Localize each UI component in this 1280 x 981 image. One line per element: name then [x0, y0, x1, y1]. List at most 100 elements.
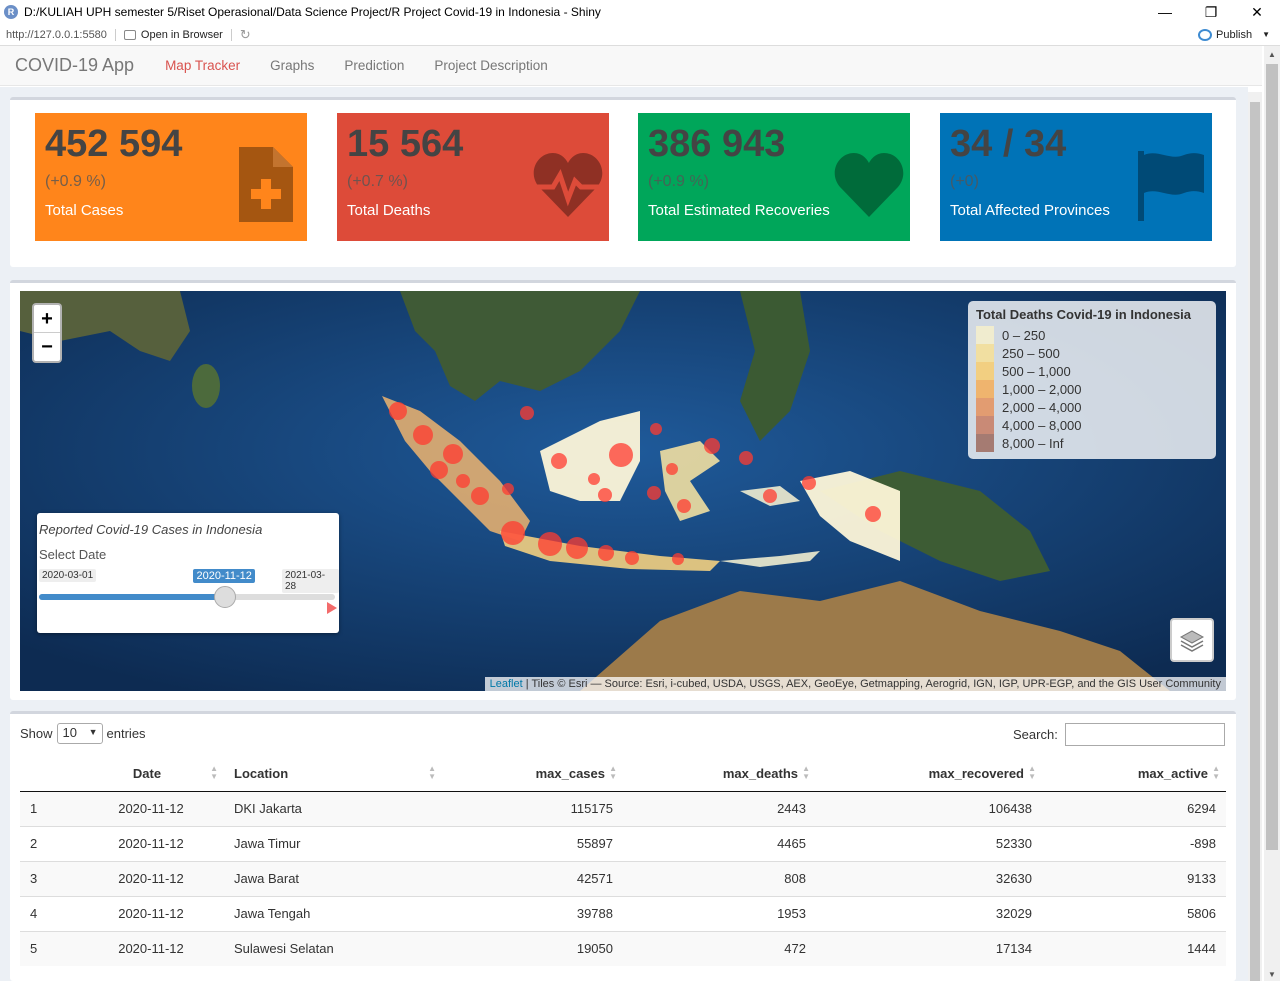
slider-handle[interactable] [214, 586, 237, 608]
leaflet-link[interactable]: Leaflet [490, 678, 523, 690]
search-label: Search: [1013, 727, 1058, 742]
table-cell: 808 [623, 860, 816, 896]
open-in-browser-label: Open in Browser [140, 28, 223, 41]
table-cell: 19050 [442, 930, 623, 966]
page-length-select[interactable]: 10 ▼ [56, 723, 103, 744]
table-cell: 4 [20, 895, 78, 931]
restore-button[interactable]: ❐ [1188, 4, 1234, 21]
zoom-in-button[interactable]: + [34, 305, 60, 333]
play-icon[interactable] [327, 602, 337, 614]
entries-label: entries [106, 726, 146, 741]
show-label: Show [20, 726, 53, 741]
table-cell: 32029 [816, 895, 1042, 931]
table-cell: 39788 [442, 895, 623, 931]
page-scrollbar[interactable] [1248, 92, 1262, 981]
page-scrollbar-thumb[interactable] [1250, 102, 1260, 981]
table-cell: 115175 [442, 790, 623, 826]
table-cell: 5806 [1042, 895, 1226, 931]
table-cell: 32630 [816, 860, 1042, 896]
col-index[interactable] [20, 757, 78, 792]
col-date[interactable]: Date ▲ ▼ [78, 757, 224, 792]
url-text: http://127.0.0.1:5580 [6, 28, 116, 41]
total-deaths-value: 15 564 [347, 123, 464, 165]
table-cell: Jawa Tengah [224, 895, 442, 931]
sort-icon: ▲ ▼ [802, 764, 810, 781]
zoom-out-button[interactable]: − [34, 333, 60, 361]
sort-icon: ▲ ▼ [1212, 764, 1220, 781]
navbar: COVID-19 App Map Tracker Graphs Predicti… [0, 46, 1262, 86]
publish-label: Publish [1216, 28, 1253, 41]
table-cell: DKI Jakarta [224, 790, 442, 826]
refresh-icon[interactable]: ↻ [240, 27, 251, 43]
table-cell: 42571 [442, 860, 623, 896]
scroll-up-icon[interactable]: ▲ [1268, 50, 1276, 59]
open-in-browser-button[interactable]: Open in Browser [123, 28, 232, 41]
col-location[interactable]: Location ▲ ▼ [224, 757, 442, 792]
layers-button[interactable] [1170, 618, 1214, 662]
affected-provinces-change: (+0) [950, 173, 979, 190]
heart-icon [834, 153, 904, 217]
table-row[interactable]: 5 2020-11-12 Sulawesi Selatan 19050 472 17134… [20, 930, 1226, 966]
total-cases-value: 452 594 [45, 123, 183, 165]
col-max-active[interactable]: max_active ▲ ▼ [1042, 757, 1226, 792]
table-cell: Jawa Barat [224, 860, 442, 896]
affected-provinces-box: 34 / 34 (+0) Total Affected Provinces [940, 113, 1212, 241]
window-titlebar: R D:/KULIAH UPH semester 5/Riset Operasi… [0, 0, 1280, 24]
legend-label: 2,000 – 4,000 [1002, 399, 1082, 415]
table-row[interactable]: 3 2020-11-12 Jawa Barat 42571 808 32630 9133 [20, 860, 1226, 896]
chevron-down-icon: ▼ [88, 727, 98, 737]
col-max-deaths[interactable]: max_deaths ▲ ▼ [623, 757, 816, 792]
legend-swatch [976, 344, 994, 362]
publish-button[interactable]: Publish ▼ [1198, 28, 1270, 41]
legend-label: 4,000 – 8,000 [1002, 417, 1082, 433]
tab-prediction[interactable]: Prediction [329, 58, 419, 73]
affected-provinces-value: 34 / 34 [950, 123, 1067, 165]
total-recoveries-box: 386 943 (+0.9 %) Total Estimated Recover… [638, 113, 910, 241]
table-cell: 9133 [1042, 860, 1226, 896]
col-max-recovered[interactable]: max_recovered ▲ ▼ [816, 757, 1042, 792]
scroll-down-icon[interactable]: ▼ [1268, 970, 1276, 979]
page-length-value: 10 [62, 725, 77, 740]
table-header-row: Date ▲ ▼ Location ▲ ▼ max_cases ▲ ▼ max_deaths… [20, 757, 1226, 792]
table-row[interactable]: 2 2020-11-12 Jawa Timur 55897 4465 52330 -898 [20, 825, 1226, 861]
table-row[interactable]: 1 2020-11-12 DKI Jakarta 115175 2443 106438 62… [20, 790, 1226, 826]
close-button[interactable]: ✕ [1234, 4, 1280, 21]
length-control: Show 10 ▼ entries [20, 723, 146, 744]
sort-icon: ▲ ▼ [1028, 764, 1036, 781]
zoom-control: + − [32, 303, 62, 363]
app-brand[interactable]: COVID-19 App [15, 55, 134, 76]
slider-track[interactable] [39, 586, 335, 608]
table-row[interactable]: 4 2020-11-12 Jawa Tengah 39788 1953 32029 5806 [20, 895, 1226, 931]
attribution-text: | Tiles © Esri — Source: Esri, i-cubed, … [522, 678, 1221, 690]
tab-project-description[interactable]: Project Description [419, 58, 562, 73]
viewer-scrollbar[interactable]: ▲ ▼ [1264, 46, 1280, 981]
table-cell: 1444 [1042, 930, 1226, 966]
layers-icon [1179, 630, 1205, 652]
table-cell: 5 [20, 930, 78, 966]
legend-row: 8,000 – Inf [976, 434, 1208, 452]
total-deaths-label: Total Deaths [347, 202, 431, 219]
table-cell: 2020-11-12 [78, 930, 224, 966]
legend-row: 1,000 – 2,000 [976, 380, 1208, 398]
total-recoveries-change: (+0.9 %) [648, 173, 709, 190]
table-cell: 2020-11-12 [78, 790, 224, 826]
col-max-cases[interactable]: max_cases ▲ ▼ [442, 757, 623, 792]
map-legend: Total Deaths Covid-19 in Indonesia 0 – 2… [968, 301, 1216, 459]
legend-title: Total Deaths Covid-19 in Indonesia [976, 307, 1192, 322]
table-cell: 2020-11-12 [78, 895, 224, 931]
minimize-button[interactable]: — [1142, 4, 1188, 20]
legend-row: 0 – 250 [976, 326, 1208, 344]
total-deaths-change: (+0.7 %) [347, 173, 408, 190]
viewer-toolbar: http://127.0.0.1:5580 Open in Browser ↻ … [0, 24, 1280, 46]
tab-graphs[interactable]: Graphs [255, 58, 329, 73]
table-cell: Jawa Timur [224, 825, 442, 861]
legend-label: 500 – 1,000 [1002, 363, 1071, 379]
leaflet-map[interactable]: + − Total Deaths Covid-19 in Indonesia 0… [20, 291, 1226, 691]
data-table: Date ▲ ▼ Location ▲ ▼ max_cases ▲ ▼ max_deaths… [20, 757, 1226, 966]
table-cell: 2020-11-12 [78, 825, 224, 861]
tab-map-tracker[interactable]: Map Tracker [150, 58, 255, 73]
table-cell: 106438 [816, 790, 1042, 826]
search-input[interactable] [1064, 723, 1225, 746]
legend-label: 0 – 250 [1002, 327, 1046, 343]
viewer-scrollbar-thumb[interactable] [1266, 64, 1278, 850]
